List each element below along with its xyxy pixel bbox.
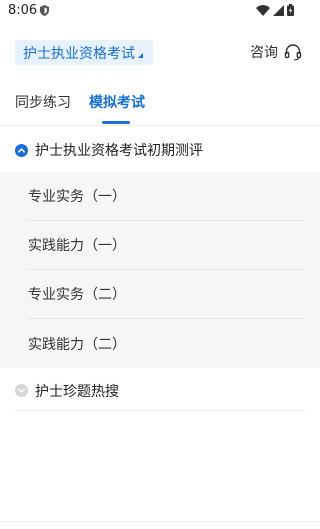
status-bar: 8:06 (0, 0, 320, 22)
exam-select-dropdown[interactable]: 护士执业资格考试 (15, 40, 153, 65)
section-title: 护士执业资格考试初期测评 (35, 143, 203, 159)
list-item[interactable]: 专业实务（一） (28, 172, 305, 221)
tab-sync-practice[interactable]: 同步练习 (15, 92, 71, 112)
headset-icon (284, 44, 302, 61)
shield-icon (40, 5, 49, 16)
status-icons (256, 4, 294, 16)
active-tab-indicator (102, 121, 130, 124)
sub-item-list: 专业实务（一） 实践能力（一） 专业实务（二） 实践能力（二） (0, 172, 320, 368)
tab-mock-exam[interactable]: 模拟考试 (89, 92, 145, 112)
chevron-down-circle-icon (15, 384, 28, 397)
section-title: 护士珍题热搜 (35, 383, 119, 400)
list-item[interactable]: 实践能力（一） (28, 221, 305, 270)
list-item-label: 实践能力（一） (28, 238, 126, 254)
list-item-label: 专业实务（一） (28, 189, 126, 205)
signal-icon (273, 4, 284, 16)
status-time: 8:06 (8, 3, 38, 18)
exam-select-label: 护士执业资格考试 (23, 45, 135, 62)
chevron-up-circle-icon (15, 143, 28, 157)
consult-button[interactable]: 咨询 (250, 42, 302, 62)
list-item[interactable]: 专业实务（二） (28, 270, 305, 319)
caret-down-icon (138, 53, 143, 58)
section-hot-search[interactable]: 护士珍题热搜 (15, 371, 305, 411)
bottom-divider (0, 521, 320, 529)
tab-bar: 同步练习 模拟考试 (0, 88, 320, 126)
wifi-icon (256, 4, 270, 16)
consult-label: 咨询 (250, 45, 278, 61)
battery-icon (287, 4, 294, 16)
list-item-label: 实践能力（二） (28, 336, 126, 353)
section-initial-assessment[interactable]: 护士执业资格考试初期测评 (0, 130, 320, 170)
list-item[interactable]: 实践能力（二） (28, 319, 305, 368)
list-item-label: 专业实务（二） (28, 287, 126, 303)
